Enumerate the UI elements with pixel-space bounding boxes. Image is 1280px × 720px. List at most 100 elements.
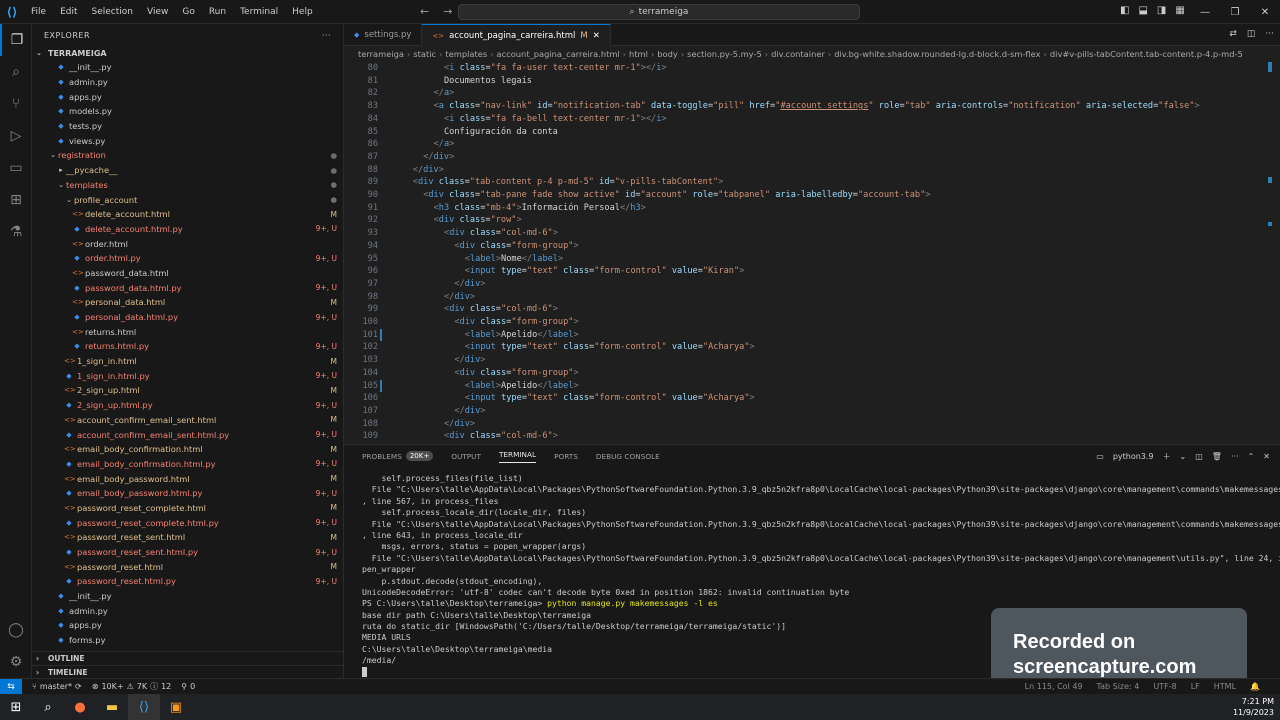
code-line[interactable]: 88 </div> [344, 164, 444, 177]
tree-item[interactable]: ◆ order.html.py 9+, U [32, 251, 343, 266]
tree-item[interactable]: ◆ personal_data.html.py 9+, U [32, 310, 343, 325]
code-line[interactable]: 82 </a> [344, 87, 455, 100]
breadcrumb-item[interactable]: terrameiga [358, 49, 404, 59]
close-icon[interactable]: ✕ [1250, 0, 1280, 24]
code-editor[interactable]: 80 <i class="fa fa-user text-center mr-1"… [344, 62, 1280, 442]
tree-item[interactable]: ⌄ profile_account ● [32, 192, 343, 207]
code-line[interactable]: 80 <i class="fa fa-user text-center mr-1"… [344, 62, 667, 75]
source-control-icon[interactable]: ⑂ [0, 88, 32, 120]
split-terminal-icon[interactable]: ◫ [1195, 452, 1203, 461]
firefox-icon[interactable]: ● [64, 694, 96, 720]
tab-problems[interactable]: PROBLEMS [362, 452, 402, 461]
tree-item[interactable]: <> email_body_confirmation.html M [32, 442, 343, 457]
maximize-panel-icon[interactable]: ⌃ [1248, 452, 1255, 461]
code-line[interactable]: 105 <label>Apelido</label> [344, 379, 579, 393]
menu-view[interactable]: View [140, 7, 175, 17]
tree-item[interactable]: ◆ returns.html.py 9+, U [32, 339, 343, 354]
branch-status[interactable]: ⑂ master* ⟳ [32, 682, 82, 691]
menu-edit[interactable]: Edit [53, 7, 84, 17]
tree-item[interactable]: <> delete_account.html M [32, 207, 343, 222]
tree-item[interactable]: ◆ password_reset_sent.html.py 9+, U [32, 545, 343, 560]
account-icon[interactable]: ◯ [0, 614, 32, 646]
more-actions-icon[interactable]: ··· [322, 31, 331, 40]
end-of-line[interactable]: LF [1191, 682, 1200, 691]
compare-changes-icon[interactable]: ⇄ [1229, 29, 1237, 39]
code-line[interactable]: 83 <a class="nav-link" id="notification-t… [344, 100, 1200, 113]
tree-item[interactable]: ◆ forms.py [32, 633, 343, 648]
tree-item[interactable]: ▸ __pycache__ ● [32, 163, 343, 178]
tab-ports[interactable]: PORTS [554, 452, 578, 461]
taskbar-search-icon[interactable]: ⌕ [32, 694, 64, 720]
menu-selection[interactable]: Selection [85, 7, 140, 17]
language-mode[interactable]: HTML [1214, 682, 1236, 691]
tree-item[interactable]: ◆ 1_sign_in.html.py 9+, U [32, 368, 343, 383]
menu-go[interactable]: Go [175, 7, 201, 17]
tree-item[interactable]: ◆ admin.py [32, 603, 343, 618]
tree-item[interactable]: <> returns.html [32, 324, 343, 339]
toggle-secondary-sidebar-icon[interactable]: ◨ [1157, 5, 1166, 16]
workspace-root[interactable]: ⌄ TERRAMEIGA [32, 46, 343, 60]
code-line[interactable]: 90 <div class="tab-pane fade show active"… [344, 189, 931, 202]
breadcrumb-item[interactable]: templates [445, 49, 487, 59]
tab-output[interactable]: OUTPUT [451, 452, 481, 461]
code-line[interactable]: 97 </div> [344, 278, 486, 291]
encoding[interactable]: UTF-8 [1153, 682, 1176, 691]
remote-explorer-icon[interactable]: ▭ [0, 152, 32, 184]
tree-item[interactable]: ⌄ templates ● [32, 178, 343, 193]
cursor-position[interactable]: Ln 115, Col 49 [1025, 682, 1083, 691]
code-line[interactable]: 81 Documentos legais [344, 75, 532, 88]
system-clock[interactable]: 7:21 PM 11/9/2023 [1233, 696, 1274, 718]
tree-item[interactable]: ◆ password_data.html.py 9+, U [32, 280, 343, 295]
new-terminal-icon[interactable]: ＋ [1163, 451, 1171, 462]
remote-indicator-icon[interactable]: ⇆ [0, 678, 22, 695]
tree-item[interactable]: <> password_reset.html M [32, 559, 343, 574]
tree-item[interactable]: ◆ admin.py [32, 75, 343, 90]
code-line[interactable]: 103 </div> [344, 354, 485, 367]
code-line[interactable]: 91 <h3 class="mb-4">Información Persoal</… [344, 202, 646, 215]
more-actions-icon[interactable]: ··· [1265, 29, 1274, 39]
run-debug-icon[interactable]: ▷ [0, 120, 32, 152]
breadcrumb-item[interactable]: div#v-pills-tabContent.tab-content.p-4.p… [1050, 49, 1243, 59]
breadcrumb-item[interactable]: account_pagina_carreira.html [497, 49, 620, 59]
tab-size[interactable]: Tab Size: 4 [1097, 682, 1140, 691]
tree-item[interactable]: <> password_reset_sent.html M [32, 530, 343, 545]
tree-item[interactable]: ◆ email_body_password.html.py 9+, U [32, 486, 343, 501]
code-line[interactable]: 87 </div> [344, 151, 455, 164]
tree-item[interactable]: ◆ apps.py [32, 89, 343, 104]
code-line[interactable]: 98 </div> [344, 291, 475, 304]
breadcrumb-item[interactable]: html [629, 49, 648, 59]
file-explorer-icon[interactable]: ▬ [96, 694, 128, 720]
tree-item[interactable]: ⌄ registration ● [32, 148, 343, 163]
toggle-panel-icon[interactable]: ⬓ [1138, 5, 1147, 16]
code-line[interactable]: 95 <label>Nome</label> [344, 253, 564, 266]
minimize-icon[interactable]: — [1190, 0, 1220, 24]
customize-layout-icon[interactable]: ▦ [1175, 5, 1184, 16]
close-tab-icon[interactable]: ✕ [593, 31, 600, 41]
tree-item[interactable]: <> order.html [32, 236, 343, 251]
menu-help[interactable]: Help [285, 7, 320, 17]
restore-icon[interactable]: ❐ [1220, 0, 1250, 24]
tree-item[interactable]: <> 2_sign_up.html M [32, 383, 343, 398]
tree-item[interactable]: <> account_confirm_email_sent.html M [32, 413, 343, 428]
extensions-icon[interactable]: ⊞ [0, 184, 32, 216]
breadcrumb-item[interactable]: section.py-5.my-5 [687, 49, 762, 59]
tree-item[interactable]: ◆ password_reset.html.py 9+, U [32, 574, 343, 589]
windows-start-icon[interactable]: ⊞ [0, 694, 32, 720]
tree-item[interactable]: ◆ __init__.py [32, 60, 343, 75]
close-panel-icon[interactable]: ✕ [1263, 452, 1270, 461]
tree-item[interactable]: <> personal_data.html M [32, 295, 343, 310]
notifications-bell-icon[interactable]: 🔔 [1250, 682, 1260, 691]
settings-gear-icon[interactable]: ⚙ [0, 646, 32, 678]
tree-item[interactable]: ◆ __init__.py [32, 589, 343, 604]
problems-status[interactable]: ⊗ 10K+ ⚠ 7K ⓘ 12 [92, 681, 172, 692]
forward-arrow-icon[interactable]: → [443, 5, 452, 18]
tab-account-pagina-carreira[interactable]: <> account_pagina_carreira.html M ✕ [422, 24, 611, 46]
tree-item[interactable]: <> password_data.html [32, 266, 343, 281]
tree-item[interactable]: ◆ models.py [32, 104, 343, 119]
menu-run[interactable]: Run [202, 7, 233, 17]
testing-icon[interactable]: ⚗ [0, 216, 32, 248]
search-icon[interactable]: ⌕ [0, 56, 32, 88]
menu-file[interactable]: File [24, 7, 53, 17]
tree-item[interactable]: <> password_reset_complete.html M [32, 501, 343, 516]
code-line[interactable]: 108 </div> [344, 418, 475, 431]
